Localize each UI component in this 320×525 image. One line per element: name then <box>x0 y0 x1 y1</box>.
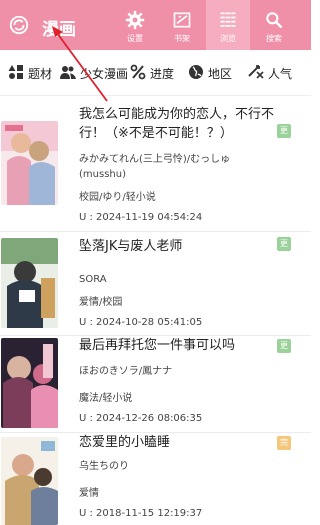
comic-author: SORA <box>79 274 107 285</box>
settings-button[interactable]: 设置 <box>113 0 157 50</box>
page-title: 漫画 <box>42 20 76 40</box>
settings-label: 设置 <box>127 34 143 43</box>
browse-button[interactable]: 浏览 <box>206 0 250 50</box>
people-icon <box>60 66 76 79</box>
status-badge: 完 <box>277 436 291 450</box>
status-badge: 更 <box>277 124 291 138</box>
filter-genre[interactable]: 题材 <box>8 63 56 83</box>
comic-author: ほおのきソラ/鳳ナナ <box>79 366 173 377</box>
search-button[interactable]: 搜索 <box>252 0 296 50</box>
comic-title: 坠落JK与废人老师 <box>79 239 183 254</box>
filter-audience-label: 少女漫画 <box>80 67 129 81</box>
comic-author: みかみてれん(三上弓怜)/むっしゅ(musshu) <box>79 154 231 180</box>
filter-progress-label: 进度 <box>150 67 175 81</box>
comic-cover[interactable] <box>1 437 58 525</box>
comic-tags: 爱情/校园 <box>79 297 123 308</box>
comic-item[interactable]: 坠落JK与废人老师 SORA 爱情/校园 U : 2024-10-28 05:4… <box>0 232 311 335</box>
comic-author: 乌生ちのり <box>79 461 129 472</box>
filter-bar: 题材 少女漫画 进度 地区 人气 <box>0 50 311 96</box>
comic-item[interactable]: 恋爱里的小瞌睡 乌生ちのり 爱情 U : 2018-11-15 12:19:37… <box>0 433 311 525</box>
search-label: 搜索 <box>266 34 282 43</box>
refresh-logo-icon[interactable] <box>8 14 30 36</box>
comic-title: 我怎么可能成为你的恋人，不行不行！（※不是不可能！？） <box>79 107 275 141</box>
browse-label: 浏览 <box>220 34 236 43</box>
search-icon <box>266 12 283 29</box>
comic-updated: U : 2024-11-19 04:54:24 <box>79 212 203 223</box>
comic-cover[interactable] <box>1 338 58 428</box>
percent-icon <box>130 64 146 80</box>
comic-tags: 爱情 <box>79 488 99 499</box>
filter-genre-label: 题材 <box>28 67 53 81</box>
filter-popularity[interactable]: 人气 <box>248 63 304 83</box>
status-badge: 更 <box>277 237 291 251</box>
globe-icon <box>189 65 203 79</box>
browse-grid-icon <box>220 12 236 27</box>
status-badge: 更 <box>277 339 291 353</box>
comic-list: 我怎么可能成为你的恋人，不行不行！（※不是不可能！？） みかみてれん(三上弓怜)… <box>0 97 311 525</box>
bookshelf-icon <box>173 12 191 28</box>
popularity-icon <box>248 65 264 79</box>
comic-title: 最后再拜托您一件事可以吗 <box>79 338 236 353</box>
comic-title: 恋爱里的小瞌睡 <box>79 435 171 450</box>
comic-tags: 校园/ゆり/轻小说 <box>79 192 156 203</box>
filter-audience[interactable]: 少女漫画 <box>60 63 140 83</box>
comic-cover[interactable] <box>1 121 58 205</box>
bookshelf-button[interactable]: 书架 <box>160 0 204 50</box>
filter-region[interactable]: 地区 <box>188 63 238 83</box>
comic-item[interactable]: 最后再拜托您一件事可以吗 ほおのきソラ/鳳ナナ 魔法/轻小说 U : 2024-… <box>0 336 311 432</box>
shapes-icon <box>8 65 23 79</box>
comic-cover[interactable] <box>1 238 58 328</box>
bookshelf-label: 书架 <box>174 34 190 43</box>
gear-icon <box>125 10 145 30</box>
app-header: 漫画 设置 书架 浏览 搜索 <box>0 0 311 50</box>
comic-updated: U : 2024-12-26 08:06:35 <box>79 413 203 424</box>
comic-updated: U : 2024-10-28 05:41:05 <box>79 317 203 328</box>
comic-updated: U : 2018-11-15 12:19:37 <box>79 508 203 519</box>
filter-region-label: 地区 <box>208 67 233 81</box>
filter-progress[interactable]: 进度 <box>130 63 180 83</box>
comic-item[interactable]: 我怎么可能成为你的恋人，不行不行！（※不是不可能！？） みかみてれん(三上弓怜)… <box>0 97 311 231</box>
comic-tags: 魔法/轻小说 <box>79 393 133 404</box>
filter-popularity-label: 人气 <box>268 67 293 81</box>
